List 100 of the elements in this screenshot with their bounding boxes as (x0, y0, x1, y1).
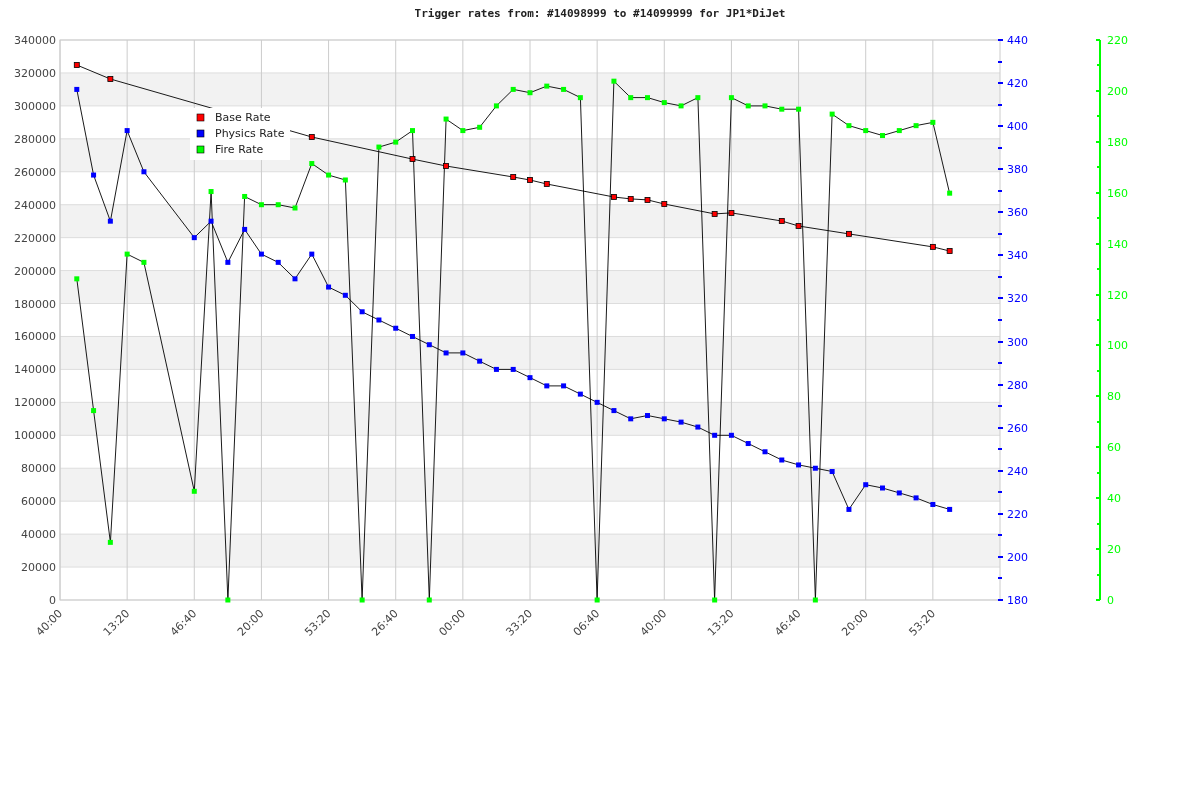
secondary-y-tick-label: 140 (1107, 237, 1128, 251)
secondary-y-tick-label: 440 (1007, 34, 1028, 47)
data-point (863, 482, 869, 488)
secondary-y-tick-label: 300 (1007, 335, 1028, 349)
data-point (946, 248, 953, 254)
data-point (510, 174, 517, 180)
data-point (275, 259, 281, 265)
data-point (527, 90, 533, 96)
data-point (527, 375, 533, 381)
y-tick-label: 300000 (14, 99, 56, 113)
secondary-y-tick-label: 120 (1107, 288, 1128, 302)
data-point (577, 391, 583, 397)
data-point (426, 342, 432, 348)
data-point (728, 432, 734, 438)
data-point (107, 76, 114, 82)
y-tick-label: 120000 (14, 396, 56, 410)
data-point (309, 161, 315, 167)
data-point (762, 449, 768, 455)
data-point (611, 194, 617, 200)
chart-title: Trigger rates from: #14098999 to #14099999 for JP1*DiJet (414, 7, 786, 20)
data-point (846, 123, 852, 129)
data-point (947, 190, 953, 196)
legend-label: Physics Rate (215, 127, 285, 140)
data-point (510, 86, 516, 92)
data-point (107, 218, 113, 224)
y-tick-label: 20000 (21, 561, 56, 575)
data-point (73, 62, 80, 68)
data-point (410, 128, 415, 134)
data-point (191, 235, 197, 241)
data-point (191, 488, 197, 494)
legend-label: Base Rate (215, 111, 271, 124)
y-tick-label: 200000 (14, 264, 56, 278)
data-point (712, 597, 718, 603)
data-point (661, 100, 667, 106)
data-point (913, 495, 919, 501)
data-point (409, 156, 416, 162)
y-tick-label: 100000 (14, 429, 56, 443)
data-point (711, 211, 718, 217)
secondary-y-tick-label: 180 (1107, 135, 1128, 149)
secondary-y-tick-label: 20 (1107, 543, 1121, 557)
secondary-y-tick-label: 380 (1007, 163, 1028, 177)
data-point (410, 333, 415, 339)
data-point (527, 177, 533, 183)
legend-label: Fire Rate (215, 143, 264, 156)
secondary-y-tick-label: 200 (1107, 84, 1128, 98)
data-point (678, 103, 684, 109)
data-point (846, 506, 852, 512)
data-point (645, 413, 650, 419)
secondary-y-tick-label: 220 (1007, 507, 1028, 521)
secondary-y-tick-label: 60 (1107, 441, 1121, 455)
data-point (611, 408, 617, 414)
y-tick-label: 220000 (14, 231, 56, 245)
data-point (376, 317, 382, 323)
data-point (91, 408, 97, 414)
data-point (829, 111, 835, 117)
data-point (645, 95, 650, 101)
data-point (124, 251, 130, 257)
y-tick-label: 240000 (14, 198, 56, 212)
data-point (208, 218, 214, 224)
data-point (812, 597, 818, 603)
secondary-y-tick-label: 180 (1007, 594, 1028, 607)
data-point (795, 223, 802, 229)
data-point (628, 95, 634, 101)
data-point (443, 116, 449, 122)
secondary-y-tick-label: 200 (1007, 550, 1028, 564)
data-point (342, 177, 348, 183)
data-point (493, 366, 499, 372)
data-point (762, 103, 768, 109)
data-point (292, 205, 298, 211)
data-point (376, 144, 382, 150)
data-point (426, 597, 432, 603)
data-point (443, 350, 449, 356)
data-point (309, 251, 315, 257)
data-point (628, 416, 634, 422)
data-point (74, 86, 80, 92)
y-tick-label: 340000 (14, 34, 56, 47)
data-point (846, 230, 852, 237)
data-point (745, 441, 751, 447)
data-point (510, 366, 516, 372)
data-point (342, 292, 348, 298)
y-tick-label: 260000 (14, 165, 56, 179)
data-point (880, 485, 885, 491)
data-point (695, 424, 701, 430)
y-tick-label: 80000 (21, 462, 56, 476)
data-point (308, 134, 315, 140)
data-point (561, 86, 567, 92)
data-point (493, 103, 499, 109)
y-tick-label: 180000 (14, 297, 56, 311)
data-point (745, 103, 751, 109)
data-point (779, 457, 785, 463)
data-point (829, 469, 835, 475)
data-point (326, 284, 332, 290)
secondary-y-tick-label: 320 (1007, 292, 1028, 306)
secondary-y-tick-label: 40 (1107, 492, 1121, 506)
data-point (880, 133, 885, 139)
data-point (443, 163, 449, 169)
data-point (728, 210, 735, 216)
secondary-y-tick-label: 280 (1007, 378, 1028, 392)
secondary-y-tick-label: 240 (1007, 464, 1028, 478)
data-point (661, 201, 668, 207)
